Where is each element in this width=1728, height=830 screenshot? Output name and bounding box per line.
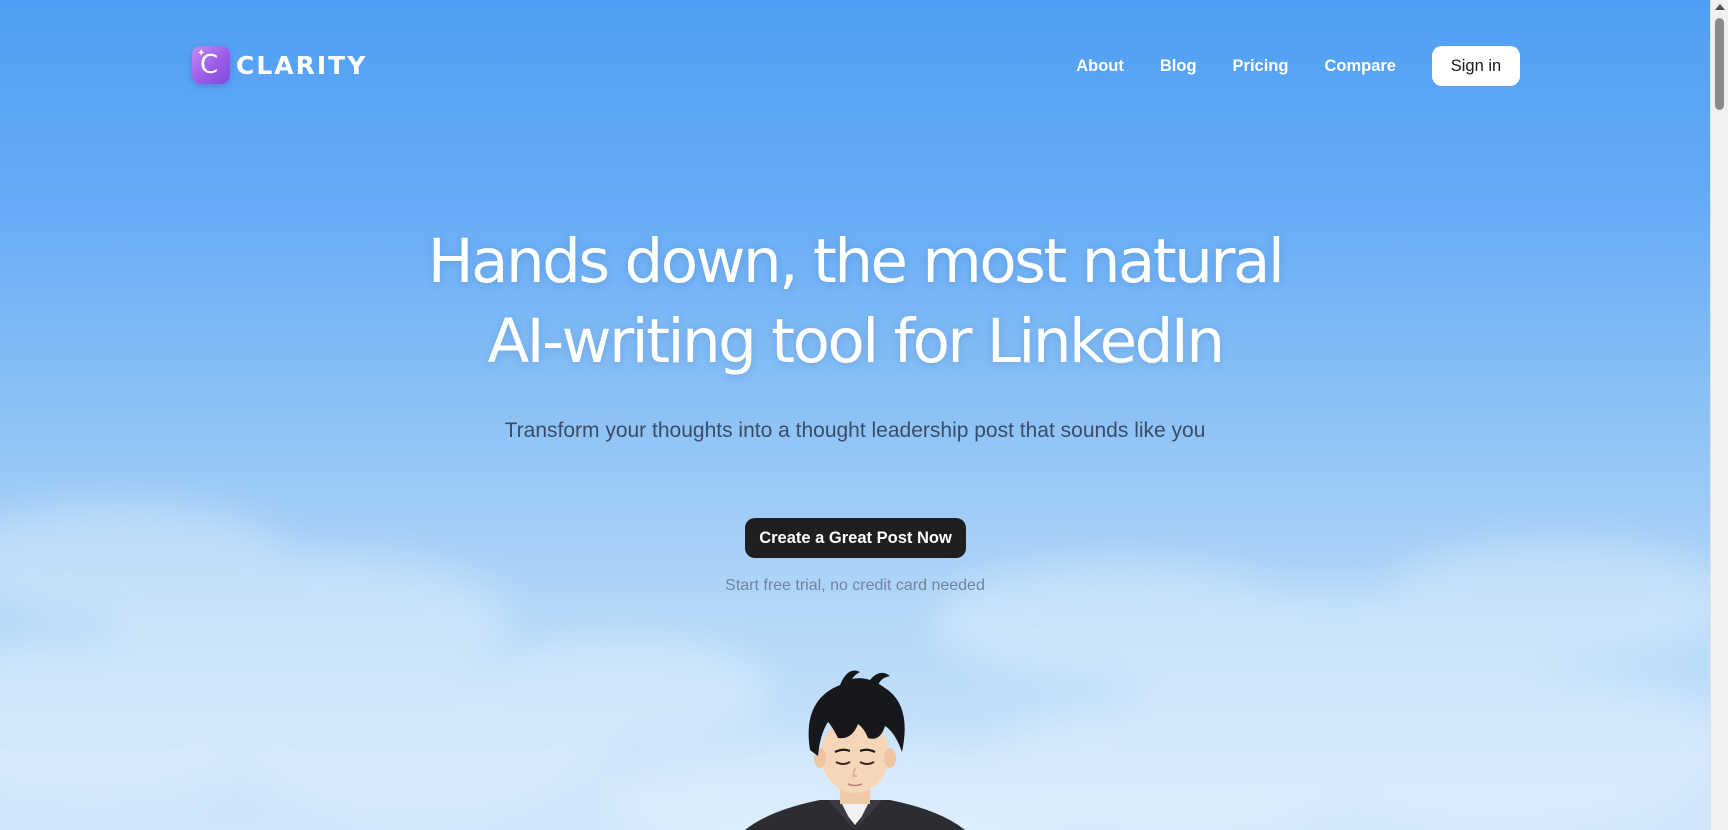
brand-name: CLARITY bbox=[236, 50, 368, 80]
create-post-button[interactable]: Create a Great Post Now bbox=[745, 518, 966, 558]
free-trial-note: Start free trial, no credit card needed bbox=[725, 577, 985, 594]
logo-letter: C bbox=[200, 50, 219, 80]
nav-link-compare[interactable]: Compare bbox=[1324, 57, 1396, 76]
nav-link-blog[interactable]: Blog bbox=[1160, 57, 1197, 76]
nav-link-about[interactable]: About bbox=[1076, 57, 1124, 76]
scroll-up-arrow-icon[interactable] bbox=[1715, 4, 1725, 10]
hero-subtitle: Transform your thoughts into a thought l… bbox=[504, 419, 1206, 442]
page-viewport: ✦ C CLARITY About Blog Pricing Compare S… bbox=[0, 0, 1710, 830]
hero-title-line-1: Hands down, the most natural bbox=[427, 226, 1285, 297]
main-nav: About Blog Pricing Compare Sign in bbox=[1040, 46, 1520, 86]
nav-link-pricing[interactable]: Pricing bbox=[1233, 57, 1289, 76]
scrollbar-thumb[interactable] bbox=[1715, 18, 1724, 110]
hero-title: Hands down, the most natural AI-writing … bbox=[0, 222, 1710, 382]
site-header: ✦ C CLARITY About Blog Pricing Compare S… bbox=[0, 0, 1710, 132]
brand-logo[interactable]: ✦ C CLARITY bbox=[192, 46, 367, 84]
anime-man-in-suit-illustration bbox=[745, 670, 965, 830]
sparkle-c-logo-icon: ✦ C bbox=[192, 46, 230, 84]
hero-title-line-2: AI-writing tool for LinkedIn bbox=[487, 306, 1225, 377]
sign-in-button[interactable]: Sign in bbox=[1432, 46, 1520, 86]
vertical-scrollbar[interactable] bbox=[1710, 0, 1728, 830]
